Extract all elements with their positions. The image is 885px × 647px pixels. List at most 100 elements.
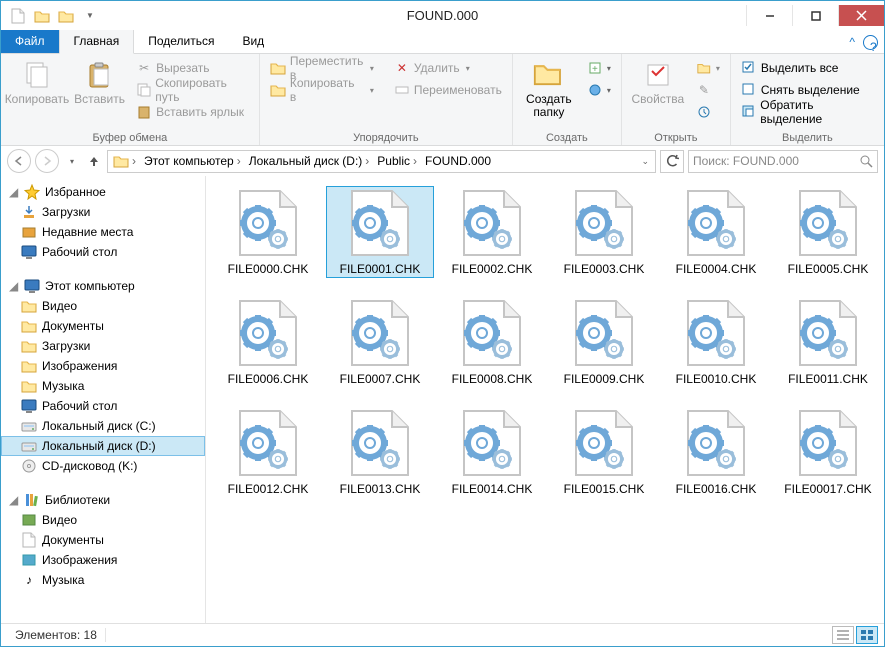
qat-dropdown-icon[interactable]: ▼ xyxy=(79,5,101,27)
file-item[interactable]: FILE0016.CHK xyxy=(662,406,770,498)
pasteshortcut-button[interactable]: Вставить ярлык xyxy=(132,101,253,123)
svg-text:+: + xyxy=(592,64,598,75)
copyto-button[interactable]: Копировать в▾ xyxy=(266,79,378,101)
nav-downloads[interactable]: Загрузки xyxy=(1,202,205,222)
nav-desktop[interactable]: Рабочий стол xyxy=(1,242,205,262)
nav-lib-music[interactable]: ♪Музыка xyxy=(1,570,205,590)
drive-icon xyxy=(21,418,37,434)
copy-button[interactable]: Копировать xyxy=(7,57,67,106)
properties-icon xyxy=(642,59,674,91)
nav-pictures[interactable]: Изображения xyxy=(1,356,205,376)
invertselection-button[interactable]: Обратить выделение xyxy=(737,101,878,123)
nav-lib-pictures[interactable]: Изображения xyxy=(1,550,205,570)
open-button[interactable]: ▾ xyxy=(692,57,724,79)
breadcrumb-pc[interactable]: Этот компьютер› xyxy=(141,154,244,168)
history-icon xyxy=(696,104,712,120)
group-select: Выделить все Снять выделение Обратить вы… xyxy=(731,54,884,145)
tab-file[interactable]: Файл xyxy=(1,30,59,53)
qat-newfolder-icon[interactable] xyxy=(31,5,53,27)
details-view-button[interactable] xyxy=(832,626,854,644)
nav-recent[interactable]: Недавние места xyxy=(1,222,205,242)
navigation-pane[interactable]: ◢Избранное Загрузки Недавние места Рабоч… xyxy=(1,176,206,623)
rename-button[interactable]: Переименовать xyxy=(390,79,506,101)
selectall-button[interactable]: Выделить все xyxy=(737,57,878,79)
back-button[interactable] xyxy=(7,149,31,173)
nav-drived[interactable]: Локальный диск (D:) xyxy=(1,436,205,456)
delete-button[interactable]: ✕Удалить▾ xyxy=(390,57,506,79)
file-name: FILE0001.CHK xyxy=(340,262,421,276)
file-item[interactable]: FILE0000.CHK xyxy=(214,186,322,278)
history-button[interactable] xyxy=(692,101,724,123)
file-item[interactable]: FILE00017.CHK xyxy=(774,406,882,498)
file-item[interactable]: FILE0009.CHK xyxy=(550,296,658,388)
file-item[interactable]: FILE0014.CHK xyxy=(438,406,546,498)
moveto-icon xyxy=(270,60,286,76)
icons-view-button[interactable] xyxy=(856,626,878,644)
breadcrumb-found[interactable]: FOUND.000 xyxy=(422,154,494,168)
nav-videos[interactable]: Видео xyxy=(1,296,205,316)
ribbon-collapse-icon[interactable]: ^ xyxy=(843,31,861,53)
file-item[interactable]: FILE0012.CHK xyxy=(214,406,322,498)
file-item[interactable]: FILE0011.CHK xyxy=(774,296,882,388)
breadcrumb-public[interactable]: Public› xyxy=(374,154,420,168)
edit-icon: ✎ xyxy=(696,82,712,98)
nav-documents[interactable]: Документы xyxy=(1,316,205,336)
nav-music[interactable]: Музыка xyxy=(1,376,205,396)
breadcrumb-bar[interactable]: › Этот компьютер› Локальный диск (D:)› P… xyxy=(107,150,656,173)
tab-view[interactable]: Вид xyxy=(228,30,278,53)
nav-lib-documents[interactable]: Документы xyxy=(1,530,205,550)
breadcrumb-drive[interactable]: Локальный диск (D:)› xyxy=(246,154,373,168)
recent-icon xyxy=(21,224,37,240)
nav-cdrom[interactable]: CD-дисковод (K:) xyxy=(1,456,205,476)
file-item[interactable]: FILE0004.CHK xyxy=(662,186,770,278)
close-button[interactable] xyxy=(838,5,884,26)
qat-properties-icon[interactable] xyxy=(7,5,29,27)
file-item[interactable]: FILE0007.CHK xyxy=(326,296,434,388)
file-item[interactable]: FILE0008.CHK xyxy=(438,296,546,388)
easyaccess-button[interactable]: ▾ xyxy=(583,79,615,101)
edit-button[interactable]: ✎ xyxy=(692,79,724,101)
tab-share[interactable]: Поделиться xyxy=(134,30,228,53)
refresh-button[interactable] xyxy=(660,150,684,173)
newitem-button[interactable]: +▾ xyxy=(583,57,615,79)
nav-drivec[interactable]: Локальный диск (C:) xyxy=(1,416,205,436)
file-item[interactable]: FILE0015.CHK xyxy=(550,406,658,498)
breadcrumb-dropdown-icon[interactable]: ⌄ xyxy=(637,156,653,167)
qat-menu-icon[interactable] xyxy=(55,5,77,27)
recent-locations-button[interactable]: ▾ xyxy=(63,152,81,170)
file-list[interactable]: FILE0000.CHKFILE0001.CHKFILE0002.CHKFILE… xyxy=(206,176,884,623)
file-thumb xyxy=(457,408,527,478)
tab-home[interactable]: Главная xyxy=(59,29,135,54)
file-item[interactable]: FILE0001.CHK xyxy=(326,186,434,278)
file-name: FILE0007.CHK xyxy=(340,372,421,386)
file-item[interactable]: FILE0005.CHK xyxy=(774,186,882,278)
file-name: FILE0011.CHK xyxy=(788,372,868,386)
copy-icon xyxy=(21,59,53,91)
nav-favorites-header[interactable]: ◢Избранное xyxy=(1,182,205,202)
body: ◢Избранное Загрузки Недавние места Рабоч… xyxy=(1,176,884,623)
minimize-button[interactable] xyxy=(746,5,792,26)
properties-button[interactable]: Свойства xyxy=(628,57,688,106)
newfolder-button[interactable]: Создать папку xyxy=(519,57,579,119)
file-item[interactable]: FILE0013.CHK xyxy=(326,406,434,498)
maximize-button[interactable] xyxy=(792,5,838,26)
drive-icon xyxy=(21,438,37,454)
file-item[interactable]: FILE0006.CHK xyxy=(214,296,322,388)
file-item[interactable]: FILE0010.CHK xyxy=(662,296,770,388)
nav-lib-videos[interactable]: Видео xyxy=(1,510,205,530)
nav-libraries-header[interactable]: ◢Библиотеки xyxy=(1,490,205,510)
help-icon[interactable]: ? xyxy=(863,35,878,50)
nav-pc-header[interactable]: ◢Этот компьютер xyxy=(1,276,205,296)
file-thumb xyxy=(233,188,303,258)
file-item[interactable]: FILE0003.CHK xyxy=(550,186,658,278)
downloads-icon xyxy=(21,204,37,220)
nav-downloads2[interactable]: Загрузки xyxy=(1,336,205,356)
forward-button[interactable] xyxy=(35,149,59,173)
file-item[interactable]: FILE0002.CHK xyxy=(438,186,546,278)
up-button[interactable] xyxy=(85,152,103,170)
address-bar-row: ▾ › Этот компьютер› Локальный диск (D:)›… xyxy=(1,146,884,176)
nav-desktop2[interactable]: Рабочий стол xyxy=(1,396,205,416)
copypath-button[interactable]: Скопировать путь xyxy=(132,79,253,101)
paste-button[interactable]: Вставить xyxy=(71,57,128,106)
search-box[interactable]: Поиск: FOUND.000 xyxy=(688,150,878,173)
